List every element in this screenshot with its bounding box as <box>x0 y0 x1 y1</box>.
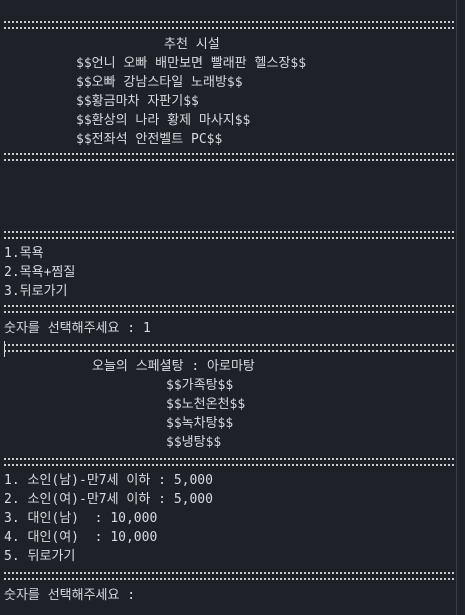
separator-line <box>4 458 454 466</box>
separator-line <box>4 231 454 239</box>
menu-item: 3.뒤로가기 <box>4 284 68 299</box>
facility-item: $$오빠 강남스타일 노래방$$ <box>76 75 243 90</box>
facility-item: $$환상의 나라 황제 마사지$$ <box>76 113 251 128</box>
facility-item: $$전좌석 안전벨트 PC$$ <box>76 132 223 147</box>
price-item: 4. 대인(여) : 10,000 <box>4 530 158 545</box>
price-item: 1. 소인(남)-만7세 이하 : 5,000 <box>4 473 213 488</box>
facility-item: $$언니 오빠 배만보면 빨래판 헬스장$$ <box>76 56 307 71</box>
special-bath: 오늘의 스페셜탕 : 아로마탕 <box>92 358 465 376</box>
separator-line <box>4 21 454 29</box>
price-item: 5. 뒤로가기 <box>4 549 76 564</box>
select-prompt: 숫자를 선택해주세요 : <box>4 588 136 603</box>
bath-item: $$녹차탕$$ <box>166 416 234 431</box>
select-prompt: 숫자를 선택해주세요 : 1 <box>4 320 465 338</box>
menu-item: 2.목욕+찜질 <box>4 265 76 280</box>
bath-item: $$냉탕$$ <box>166 435 222 450</box>
separator-line <box>4 344 454 352</box>
facility-item: $$황금마차 자판기$$ <box>76 94 199 109</box>
special-bath-value: 아로마탕 <box>207 359 255 374</box>
separator-line <box>4 305 454 313</box>
separator-line <box>4 572 454 580</box>
facilities-title: 추천 시설 <box>164 37 220 52</box>
menu-item: 1.목욕 <box>4 246 44 261</box>
prompt-input-value: 1 <box>142 321 151 336</box>
bath-item: $$가족탕$$ <box>166 378 234 393</box>
bath-item: $$노천온천$$ <box>166 397 246 412</box>
scrollbar-track[interactable] <box>456 0 457 615</box>
special-bath-label: 오늘의 스페셜탕 : <box>92 359 200 374</box>
separator-line <box>4 153 454 161</box>
price-item: 3. 대인(남) : 10,000 <box>4 511 158 526</box>
price-item: 2. 소인(여)-만7세 이하 : 5,000 <box>4 492 213 507</box>
prompt-text: 숫자를 선택해주세요 : <box>4 321 136 336</box>
